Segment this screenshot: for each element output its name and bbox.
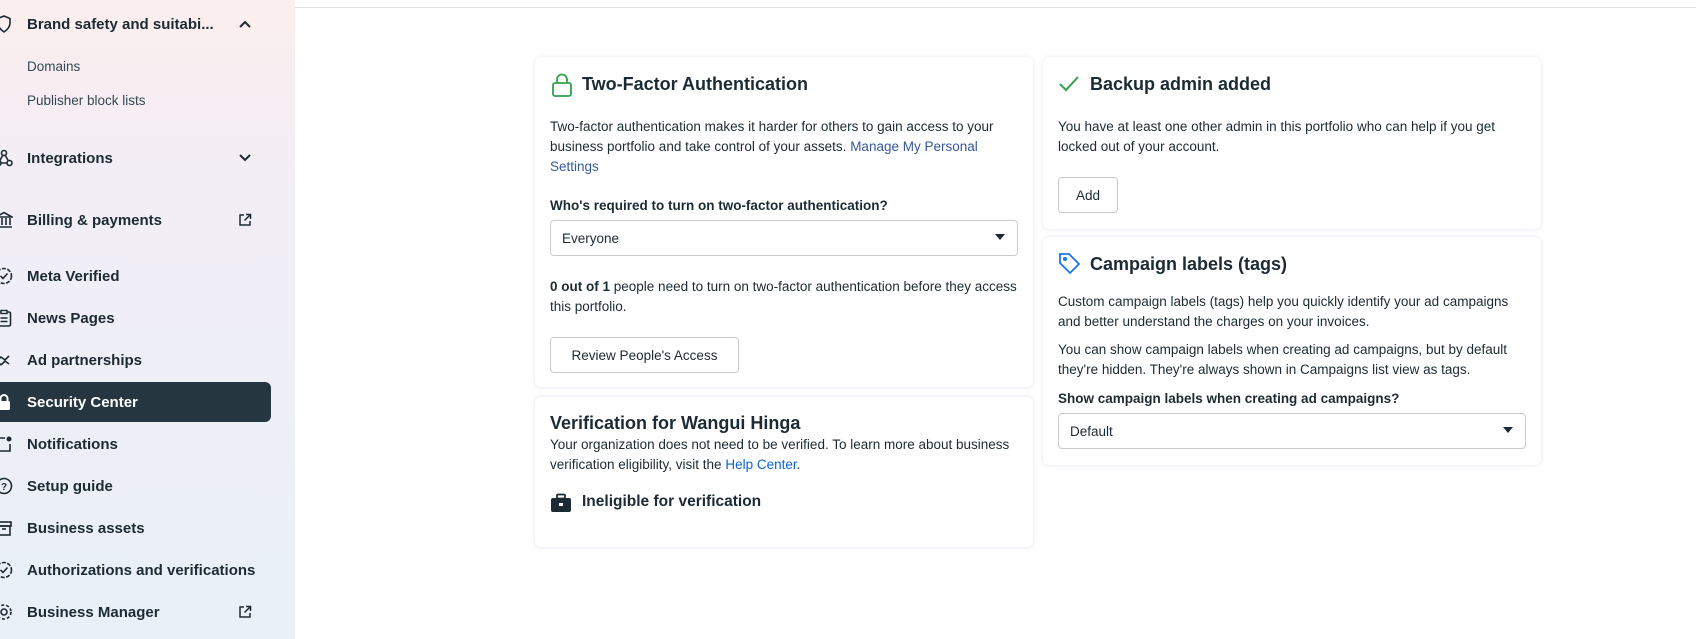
sidebar-item-label: Integrations xyxy=(27,149,113,167)
select-value: Everyone xyxy=(562,230,620,246)
integrations-icon xyxy=(0,148,14,168)
caret-down-icon xyxy=(995,234,1005,240)
card-description: Your organization does not need to be ve… xyxy=(550,435,1020,475)
add-admin-button[interactable]: Add xyxy=(1058,177,1118,213)
notification-icon xyxy=(0,434,14,454)
svg-text:?: ? xyxy=(1,482,7,493)
card-description-1: Custom campaign labels (tags) help you q… xyxy=(1058,294,1509,329)
help-center-link[interactable]: Help Center xyxy=(725,457,796,472)
sidebar-subitem-publisher-block-lists[interactable]: Publisher block lists xyxy=(27,93,146,108)
clipboard-icon xyxy=(0,308,14,328)
show-labels-select[interactable]: Default xyxy=(1058,413,1526,449)
sidebar-item-business-manager[interactable]: Business Manager xyxy=(0,592,275,632)
two-factor-card: Two-Factor Authentication Two-factor aut… xyxy=(535,57,1033,387)
sidebar-item-label: Authorizations and verifications xyxy=(27,561,256,579)
handshake-icon xyxy=(0,350,14,370)
sidebar-subitem-domains[interactable]: Domains xyxy=(27,59,80,74)
question-circle-icon: ? xyxy=(0,476,14,496)
sidebar-item-label: News Pages xyxy=(27,309,115,327)
sidebar-item-label: Notifications xyxy=(27,435,118,453)
sidebar-item-label: Ad partnerships xyxy=(27,351,143,369)
description-period: . xyxy=(796,457,801,472)
sidebar-item-label: Meta Verified xyxy=(27,267,120,285)
required-select[interactable]: Everyone xyxy=(550,220,1018,256)
chevron-up-icon[interactable] xyxy=(237,16,253,32)
verified-shield-icon xyxy=(0,560,14,580)
card-description: You have at least one other admin in thi… xyxy=(1058,119,1496,154)
gear-icon xyxy=(0,602,14,622)
backup-admin-card: Backup admin added You have at least one… xyxy=(1043,57,1541,229)
campaign-labels-card: Campaign labels (tags) Custom campaign l… xyxy=(1043,237,1541,465)
sidebar-item-security-center[interactable]: Security Center xyxy=(0,382,271,422)
briefcase-icon xyxy=(550,493,572,518)
field-label: Who's required to turn on two-factor aut… xyxy=(550,198,888,213)
card-description: Two-factor authentication makes it harde… xyxy=(550,117,1020,177)
sidebar-item-label: Business Manager xyxy=(27,603,160,621)
sidebar-item-notifications[interactable]: Notifications xyxy=(0,424,275,464)
external-link-icon xyxy=(237,212,253,228)
select-value: Default xyxy=(1070,423,1113,439)
sidebar-item-integrations[interactable]: Integrations xyxy=(0,138,275,178)
sidebar-item-news-pages[interactable]: News Pages xyxy=(0,298,275,338)
sidebar-item-business-assets[interactable]: Business assets xyxy=(0,508,275,548)
verified-badge-icon xyxy=(0,266,14,286)
field-label: Show campaign labels when creating ad ca… xyxy=(1058,391,1400,406)
sidebar-item-meta-verified[interactable]: Meta Verified xyxy=(0,256,275,296)
verification-status: Ineligible for verification xyxy=(582,493,762,510)
archive-icon xyxy=(0,518,14,538)
sidebar-item-label: Security Center xyxy=(27,393,138,411)
card-title: Verification for Wangui Hinga xyxy=(550,413,801,433)
sidebar-item-label: Business assets xyxy=(27,519,145,537)
shield-icon xyxy=(0,14,14,34)
bank-icon xyxy=(0,210,14,230)
status-text: 0 out of 1 people need to turn on two-fa… xyxy=(550,277,1020,317)
card-title: Campaign labels (tags) xyxy=(1090,254,1288,274)
lock-icon xyxy=(551,73,573,102)
verification-card: Verification for Wangui Hinga Your organ… xyxy=(535,397,1033,547)
card-title: Two-Factor Authentication xyxy=(582,74,808,94)
caret-down-icon xyxy=(1503,427,1513,433)
external-link-icon xyxy=(237,604,253,620)
sidebar-item-authorizations[interactable]: Authorizations and verifications xyxy=(0,550,275,590)
card-title: Backup admin added xyxy=(1090,74,1272,94)
sidebar-item-label: Brand safety and suitabi... xyxy=(27,15,214,33)
top-bar-divider xyxy=(295,0,1696,8)
sidebar-item-billing[interactable]: Billing & payments xyxy=(0,200,275,240)
review-access-button[interactable]: Review People's Access xyxy=(550,337,739,373)
lock-icon xyxy=(0,392,14,412)
sidebar-item-setup-guide[interactable]: ? Setup guide xyxy=(0,466,275,506)
card-description-2: You can show campaign labels when creati… xyxy=(1058,342,1508,377)
tag-icon xyxy=(1057,251,1081,280)
count-description: people need to turn on two-factor authen… xyxy=(550,279,1017,314)
checkmark-icon xyxy=(1058,75,1080,98)
sidebar: Brand safety and suitabi... Domains Publ… xyxy=(0,0,295,639)
sidebar-item-ad-partnerships[interactable]: Ad partnerships xyxy=(0,340,275,380)
chevron-down-icon[interactable] xyxy=(237,150,253,166)
sidebar-item-brand-safety[interactable]: Brand safety and suitabi... xyxy=(0,4,275,44)
sidebar-item-label: Setup guide xyxy=(27,477,113,495)
sidebar-item-label: Billing & payments xyxy=(27,211,163,229)
count-text: 0 out of 1 xyxy=(550,279,610,294)
